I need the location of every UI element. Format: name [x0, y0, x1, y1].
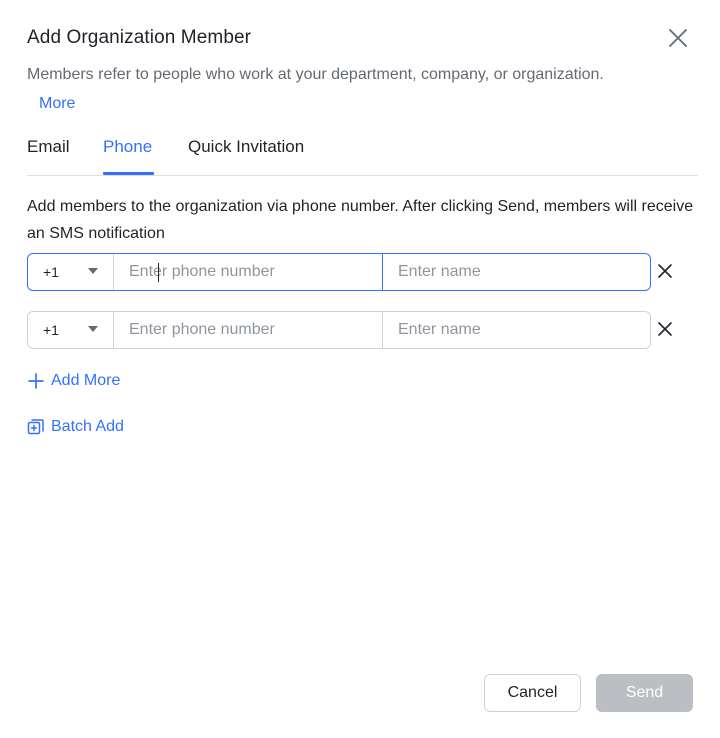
name-input[interactable]: [383, 312, 650, 348]
text-cursor: [158, 263, 159, 282]
active-tab-indicator: [103, 172, 154, 175]
plus-icon: [27, 372, 45, 390]
add-more-button[interactable]: Add More: [27, 372, 120, 390]
name-input[interactable]: [383, 254, 650, 290]
tab-quick-invitation[interactable]: Quick Invitation: [188, 137, 304, 175]
add-more-label: Add More: [51, 372, 121, 389]
dialog-description: Members refer to people who work at your…: [27, 66, 604, 83]
chevron-down-icon: [88, 268, 98, 274]
country-code-select[interactable]: +1: [28, 254, 114, 290]
dialog-title: Add Organization Member: [27, 27, 252, 48]
country-code-value: +1: [43, 322, 59, 338]
chevron-down-icon: [88, 326, 98, 332]
add-member-dialog: Add Organization Member Members refer to…: [0, 0, 720, 738]
batch-add-label: Batch Add: [51, 418, 124, 435]
country-code-select[interactable]: +1: [28, 312, 114, 348]
close-icon[interactable]: [666, 26, 690, 50]
remove-row-icon[interactable]: [657, 263, 673, 279]
send-button[interactable]: Send: [596, 674, 693, 712]
tab-bar: Email Phone Quick Invitation: [27, 137, 698, 176]
batch-add-button[interactable]: Batch Add: [27, 418, 124, 436]
tab-phone[interactable]: Phone: [103, 137, 152, 175]
tab-email[interactable]: Email: [27, 137, 70, 175]
country-code-value: +1: [43, 264, 59, 280]
phone-number-input[interactable]: [113, 253, 383, 291]
batch-add-icon: [27, 418, 45, 436]
phone-number-input[interactable]: [114, 312, 383, 348]
member-row: +1: [27, 253, 651, 291]
cancel-button[interactable]: Cancel: [484, 674, 581, 712]
more-link[interactable]: More: [39, 95, 75, 113]
remove-row-icon[interactable]: [657, 321, 673, 337]
member-row: +1: [27, 311, 651, 349]
phone-instruction: Add members to the organization via phon…: [27, 198, 694, 242]
